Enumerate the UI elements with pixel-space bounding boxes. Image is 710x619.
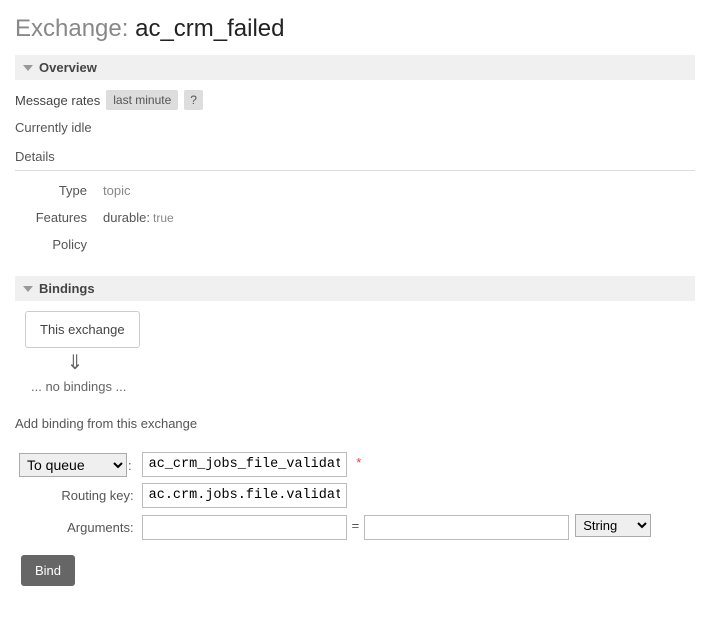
table-row: To queueTo exchange: * (15, 449, 655, 480)
argument-type-select[interactable]: StringNumberBooleanList (575, 514, 651, 537)
bindings-title: Bindings (39, 281, 95, 296)
chevron-down-icon (23, 65, 33, 71)
add-binding-form: To queueTo exchange: * Routing key: Argu… (15, 449, 655, 543)
required-marker: * (356, 455, 361, 470)
argument-key-input[interactable] (142, 515, 347, 540)
table-row: Features durable: true (15, 204, 182, 231)
overview-section-header[interactable]: Overview (15, 55, 695, 80)
equals-sign: = (347, 518, 365, 533)
no-bindings-text: ... no bindings ... (31, 379, 695, 394)
idle-status: Currently idle (15, 120, 695, 135)
arguments-label: Arguments: (15, 511, 138, 543)
table-row: Routing key: (15, 480, 655, 511)
destination-name-input[interactable] (142, 452, 347, 477)
add-binding-heading: Add binding from this exchange (15, 416, 695, 431)
bind-button[interactable]: Bind (21, 555, 75, 586)
arrow-down-icon: ⇓ (15, 353, 135, 373)
message-rates-label: Message rates (15, 93, 100, 108)
routing-key-input[interactable] (142, 483, 347, 508)
title-prefix: Exchange: (15, 15, 128, 42)
table-row: Type topic (15, 177, 182, 204)
details-table: Type topic Features durable: true Policy (15, 177, 182, 258)
this-exchange-box: This exchange (25, 311, 140, 348)
routing-key-label: Routing key: (15, 480, 138, 511)
type-value: topic (95, 177, 182, 204)
bindings-section-header[interactable]: Bindings (15, 276, 695, 301)
table-row: Arguments: = StringNumberBooleanList (15, 511, 655, 543)
destination-type-select[interactable]: To queueTo exchange (19, 453, 127, 477)
page-title: Exchange: ac_crm_failed (15, 15, 695, 43)
policy-label: Policy (15, 231, 95, 258)
help-icon[interactable]: ? (184, 90, 203, 110)
policy-value (95, 231, 182, 258)
feature-durable: durable: true (103, 210, 174, 225)
overview-title: Overview (39, 60, 97, 75)
argument-value-input[interactable] (364, 515, 569, 540)
details-heading: Details (15, 149, 695, 171)
table-row: Policy (15, 231, 182, 258)
message-rates-period-badge[interactable]: last minute (106, 90, 178, 110)
features-label: Features (15, 204, 95, 231)
type-label: Type (15, 177, 95, 204)
exchange-name: ac_crm_failed (135, 15, 284, 42)
chevron-down-icon (23, 286, 33, 292)
